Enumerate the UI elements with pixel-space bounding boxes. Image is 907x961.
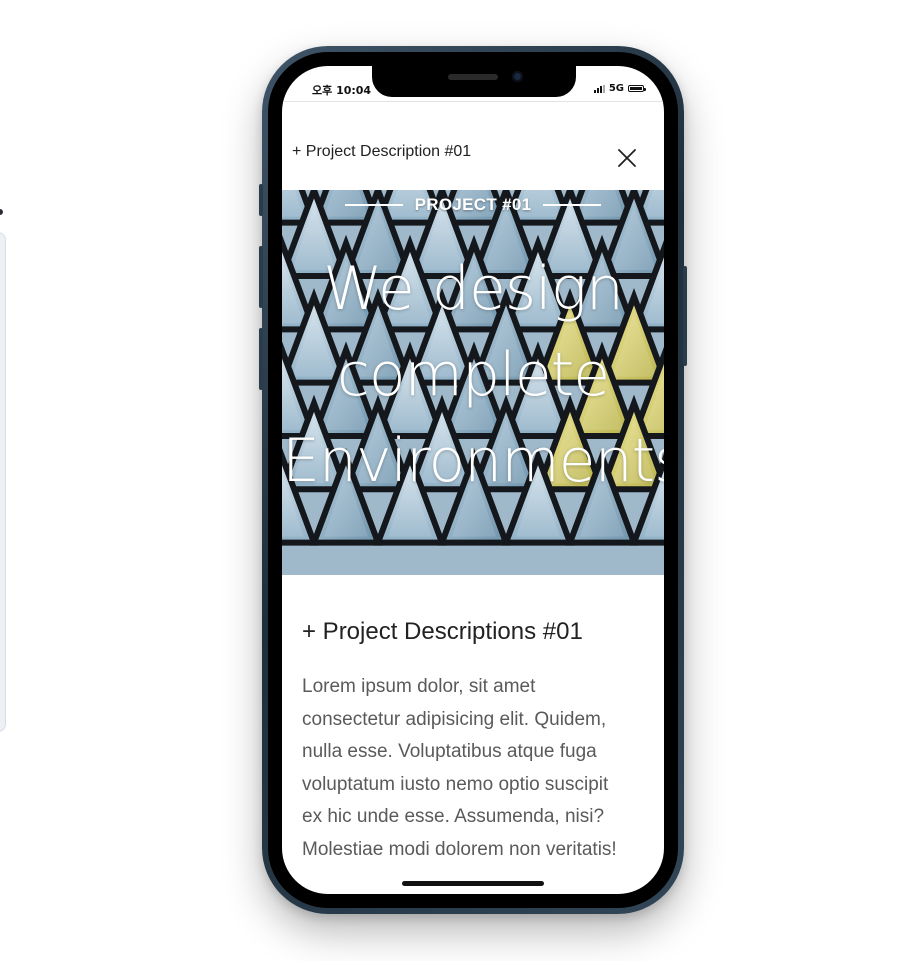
phone-screen: 오후 10:04 5G + Project Description #01 PR… — [282, 66, 664, 894]
phone-power-button — [683, 266, 687, 366]
phone-volume-up-button — [259, 246, 263, 308]
description-line: Molestiae modi dolorem non veritatis! — [302, 838, 617, 860]
modal-header: + Project Description #01 — [282, 102, 664, 190]
description-line: consectetur adipisicing elit. Quidem, — [302, 708, 607, 730]
project-label: PROJECT #01 — [414, 195, 532, 214]
description-line: ex hic unde esse. Assumenda, nisi? — [302, 806, 605, 827]
battery-icon — [628, 85, 646, 92]
network-type: 5G — [608, 83, 624, 94]
phone-volume-down-button — [259, 328, 263, 390]
phone-mockup: 오후 10:04 5G + Project Description #01 PR… — [259, 46, 687, 914]
headline-line-3: Environments — [282, 426, 664, 496]
speaker-grille — [448, 74, 498, 80]
hero-kicker: PROJECT #01 — [282, 195, 664, 215]
notch — [372, 66, 576, 97]
status-time: 오후 10:04 — [312, 84, 372, 97]
home-indicator[interactable] — [402, 881, 544, 886]
hero-banner: PROJECT #01 We design complete Environme… — [282, 190, 664, 575]
background-side-panel — [0, 232, 6, 732]
camera-icon — [512, 71, 523, 82]
phone-mute-switch — [259, 184, 263, 216]
close-button[interactable] — [613, 144, 641, 172]
kicker-line-left — [344, 204, 403, 206]
project-description: + Project Descriptions #01 Lorem ipsum d… — [302, 618, 642, 866]
headline-line-2: complete — [336, 340, 610, 410]
hero-headline: We design complete Environments — [282, 246, 664, 504]
kicker-line-right — [543, 204, 602, 206]
description-text: Lorem ipsum dolor, sit amet consectetur … — [302, 671, 642, 866]
description-line: nulla esse. Voluptatibus atque fuga — [302, 741, 597, 762]
close-icon — [618, 149, 636, 167]
description-line: Lorem ipsum dolor, sit amet — [302, 676, 536, 697]
headline-line-1: We design — [323, 254, 624, 324]
modal-title: + Project Description #01 — [292, 143, 472, 160]
cellular-signal-icon — [593, 84, 605, 93]
section-title: + Project Descriptions #01 — [302, 618, 583, 645]
battery-level-fill — [630, 87, 642, 90]
description-line: voluptatum iusto nemo optio suscipit — [302, 773, 609, 795]
status-indicators: 5G — [593, 83, 646, 94]
background-dot — [0, 209, 3, 215]
